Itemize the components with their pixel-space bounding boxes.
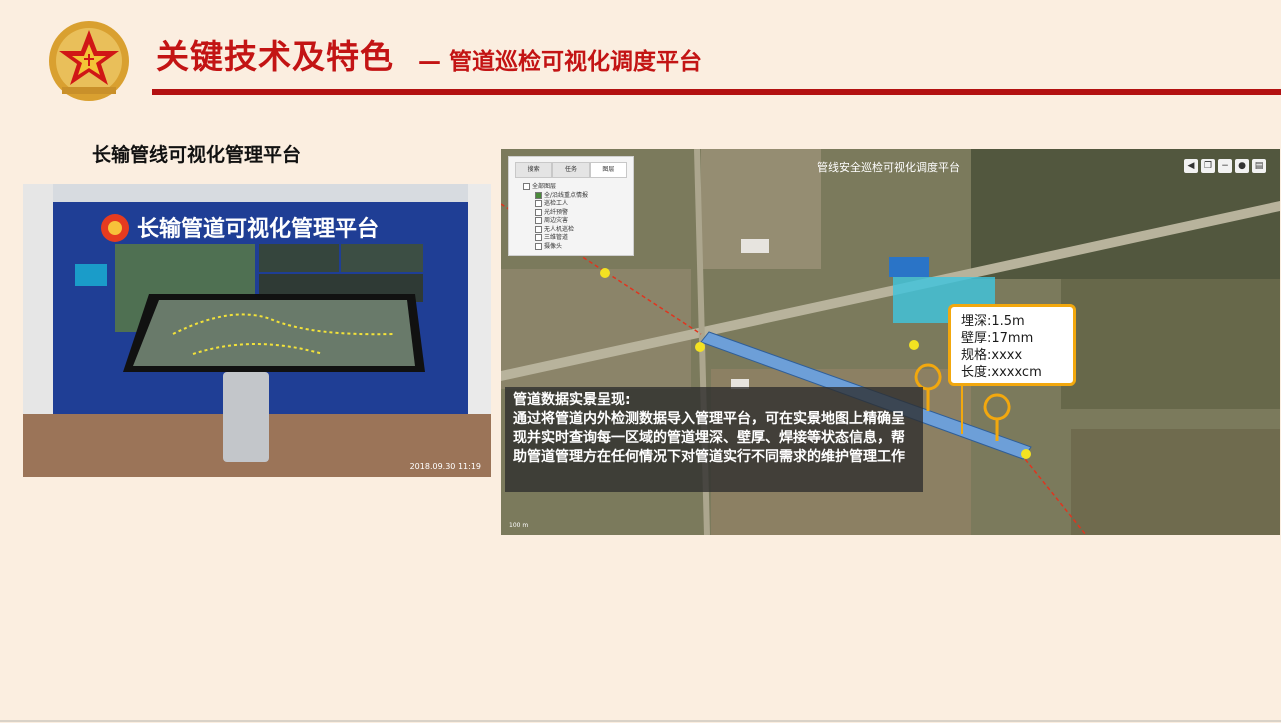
map-scale: 100 m	[509, 522, 529, 529]
layer-panel: 搜索 任务 图层 全部图层 全/沿线重点情报 巡检工人 光纤预警 周边灾害 无人…	[508, 156, 634, 256]
control-room-photo: 长输管道可视化管理平台 2018.09.30 11:19	[23, 184, 491, 477]
layer-item[interactable]: 摄像头	[523, 242, 633, 252]
record-icon[interactable]: ●	[1235, 159, 1249, 173]
layer-item[interactable]: 三维管道	[523, 234, 633, 243]
callout-line: 规格:xxxx	[961, 348, 1023, 363]
checkbox[interactable]	[535, 191, 542, 199]
wall-sign: 长输管道可视化管理平台	[137, 216, 379, 242]
layer-tree: 全部图层 全/沿线重点情报 巡检工人 光纤预警 周边灾害 无人机巡检 三维管道 …	[523, 183, 633, 251]
minus-icon[interactable]: −	[1218, 159, 1232, 173]
checkbox[interactable]	[535, 234, 542, 241]
checkbox[interactable]	[535, 208, 542, 216]
tab-tasks[interactable]: 任务	[552, 162, 590, 178]
callout-line: 埋深:1.5m	[961, 314, 1025, 329]
tab-layers[interactable]: 图层	[589, 162, 627, 178]
footer-line	[0, 720, 1281, 722]
section-heading: 长输管线可视化管理平台	[92, 144, 302, 166]
layer-item[interactable]: 无人机巡检	[523, 225, 633, 235]
title-divider	[152, 89, 1281, 95]
map-title: 管线安全巡检可视化调度平台	[817, 161, 960, 174]
callout-line: 壁厚:17mm	[961, 331, 1034, 346]
description-body: 通过将管道内外检测数据导入管理平台，可在实景地图上精确呈现并实时查询每一区域的管…	[513, 411, 905, 465]
layer-item[interactable]: 周边灾害	[523, 217, 633, 226]
layer-item[interactable]: 光纤预警	[523, 208, 633, 218]
tab-search[interactable]: 搜索	[515, 162, 553, 178]
checkbox[interactable]	[535, 225, 542, 233]
layer-item[interactable]: 全/沿线重点情报	[523, 191, 633, 201]
pipe-data-description: 管道数据实景呈现: 通过将管道内外检测数据导入管理平台，可在实景地图上精确呈现并…	[505, 387, 923, 492]
back-icon[interactable]: ◀	[1184, 159, 1198, 173]
callout-line: 长度:xxxxcm	[961, 365, 1042, 380]
satellite-map[interactable]: 管线安全巡检可视化调度平台 ◀ ❐ − ● ▤ 搜索 任务 图层 全部图层 全/…	[501, 149, 1280, 535]
map-toolbar: ◀ ❐ − ● ▤	[1184, 159, 1266, 173]
checkbox[interactable]	[523, 183, 530, 190]
delete-icon[interactable]: ▤	[1252, 159, 1266, 173]
layer-item[interactable]: 巡检工人	[523, 200, 633, 209]
photo-timestamp: 2018.09.30 11:19	[409, 462, 481, 471]
checkbox[interactable]	[535, 217, 542, 224]
checkbox[interactable]	[535, 200, 542, 207]
layers-icon[interactable]: ❐	[1201, 159, 1215, 173]
page-subtitle: — 管道巡检可视化调度平台	[418, 49, 703, 75]
layer-item-all[interactable]: 全部图层	[523, 183, 633, 192]
page-title: 关键技术及特色	[156, 37, 394, 76]
description-title: 管道数据实景呈现:	[513, 392, 631, 408]
layer-tabs: 搜索 任务 图层	[515, 162, 627, 178]
checkbox[interactable]	[535, 242, 542, 250]
pipe-spec-callout: 埋深:1.5m 壁厚:17mm 规格:xxxx 长度:xxxxcm	[948, 304, 1076, 386]
army-emblem-logo	[49, 21, 129, 101]
